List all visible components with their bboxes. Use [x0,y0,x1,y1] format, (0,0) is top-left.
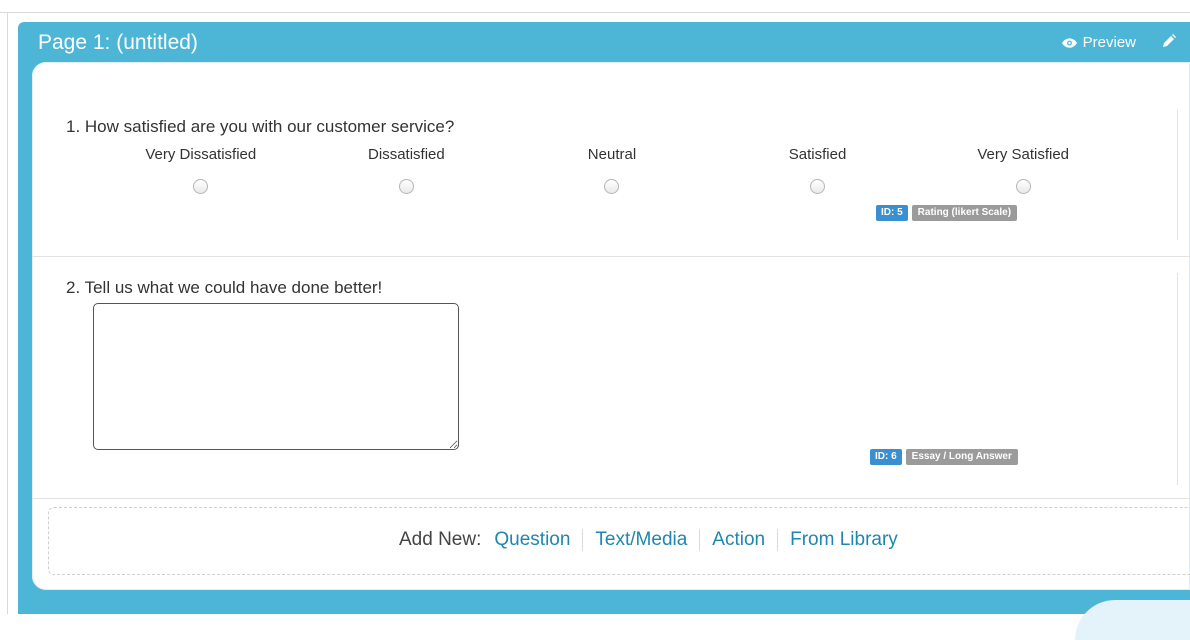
option-label: Very Satisfied [977,146,1070,163]
option-radio[interactable] [193,179,209,194]
add-text-media-link[interactable]: Text/Media [595,529,687,551]
question-1-text: 1. How satisfied are you with our custom… [66,117,455,136]
question-divider [1177,110,1178,240]
link-separator [582,529,584,551]
question-1-badges: ID: 5 Rating (likert Scale) [876,205,1018,221]
question-type-badge: Essay / Long Answer [905,449,1018,465]
option-label: Neutral [587,146,637,163]
essay-answer-field[interactable] [93,303,459,450]
link-separator [777,529,779,551]
add-new-row: Add New: Question Text/Media Action From… [399,529,898,551]
option-radio[interactable] [1015,179,1031,194]
add-question-link[interactable]: Question [494,529,570,551]
background-cloud [1075,600,1190,640]
question-1: 1. How satisfied are you with our custom… [32,62,1190,257]
question-id-badge: ID: 6 [870,449,902,465]
question-id-badge: ID: 5 [876,205,908,221]
add-from-library-link[interactable]: From Library [790,529,898,551]
question-2-badges: ID: 6 Essay / Long Answer [870,449,1018,465]
likert-option: Neutral [509,146,715,194]
link-separator [699,529,701,551]
option-label: Satisfied [788,146,847,163]
add-action-link[interactable]: Action [712,529,765,551]
left-divider [7,12,8,614]
option-label: Very Dissatisfied [145,146,257,163]
survey-page: Page 1: (untitled) Preview 1. How satisf… [18,22,1190,614]
question-2: 2. Tell us what we could have done bette… [32,257,1190,499]
eye-icon [1061,37,1077,48]
question-2-text: 2. Tell us what we could have done bette… [66,278,383,297]
preview-label: Preview [1082,34,1136,51]
page-title: Page 1: (untitled) [38,31,198,54]
page-content: 1. How satisfied are you with our custom… [32,62,1190,590]
option-radio[interactable] [604,179,620,194]
likert-scale: Very Dissatisfied Dissatisfied Neutral S… [98,146,1126,194]
add-new-label: Add New: [399,529,482,550]
pencil-icon[interactable] [1162,34,1176,48]
question-type-badge: Rating (likert Scale) [911,205,1018,221]
option-label: Dissatisfied [368,146,445,163]
preview-button[interactable]: Preview [1061,34,1136,51]
option-radio[interactable] [398,179,414,194]
likert-option: Very Dissatisfied [98,146,304,194]
add-new-bar: Add New: Question Text/Media Action From… [48,507,1190,575]
question-divider [1177,273,1178,485]
top-divider [0,12,1190,13]
likert-option: Satisfied [715,146,921,194]
likert-option: Dissatisfied [304,146,510,194]
likert-option: Very Satisfied [920,146,1126,194]
option-radio[interactable] [810,179,826,194]
